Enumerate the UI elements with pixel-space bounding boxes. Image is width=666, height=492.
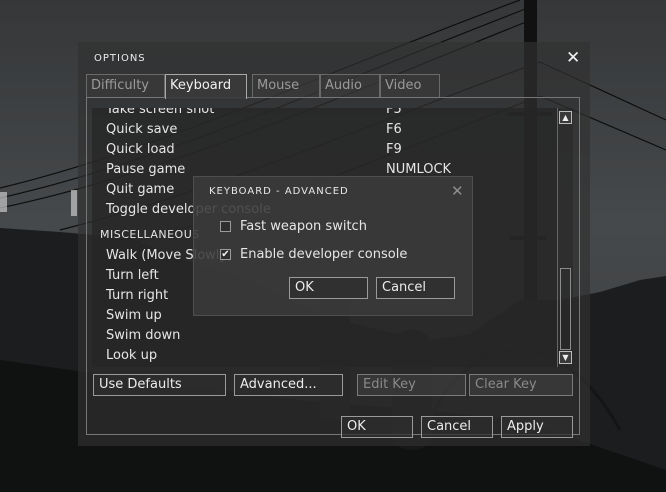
tab-keyboard[interactable]: Keyboard [165, 74, 247, 99]
section-title: MISCELLANEOUS [100, 228, 200, 241]
use-defaults-button[interactable]: Use Defaults [93, 374, 226, 396]
key-label: F9 [386, 142, 402, 157]
tab-mouse[interactable]: Mouse [252, 74, 320, 98]
action-label: Turn left [106, 268, 159, 283]
action-label: Turn right [106, 288, 169, 303]
scroll-down-icon[interactable]: ▼ [559, 351, 572, 364]
scrollbar-thumb[interactable] [560, 268, 571, 350]
list-item[interactable]: Quick save F6 [92, 120, 557, 140]
action-label: Pause game [106, 162, 186, 177]
apply-button[interactable]: Apply [501, 416, 573, 438]
edit-key-button[interactable]: Edit Key [357, 374, 466, 396]
tab-difficulty[interactable]: Difficulty [86, 74, 165, 98]
fast-weapon-switch-checkbox[interactable] [220, 221, 231, 232]
ok-button[interactable]: OK [341, 416, 413, 438]
dialog-cancel-button[interactable]: Cancel [376, 277, 455, 299]
clear-key-button[interactable]: Clear Key [469, 374, 573, 396]
dialog-ok-button[interactable]: OK [289, 277, 368, 299]
action-label: Look up [106, 348, 158, 363]
list-item[interactable]: Look up [92, 346, 557, 366]
action-label: Swim down [106, 328, 181, 343]
developer-console-checkbox[interactable]: ✔ [220, 249, 231, 260]
action-label: Quick load [106, 142, 175, 157]
action-label: Take screen shot [106, 108, 215, 117]
list-item[interactable]: Quick load F9 [92, 140, 557, 160]
key-label: F6 [386, 122, 402, 137]
close-icon[interactable]: ✕ [451, 183, 464, 199]
action-label: Swim up [106, 308, 162, 323]
developer-console-label: Enable developer console [240, 247, 408, 262]
cancel-button[interactable]: Cancel [421, 416, 493, 438]
action-label: Quick save [106, 122, 178, 137]
fast-weapon-switch-label: Fast weapon switch [240, 219, 367, 234]
list-item[interactable]: Swim down [92, 326, 557, 346]
scroll-up-icon[interactable]: ▲ [559, 111, 572, 124]
dialog-title: KEYBOARD - ADVANCED [209, 186, 349, 197]
tab-audio[interactable]: Audio [320, 74, 380, 98]
advanced-button[interactable]: Advanced... [234, 374, 343, 396]
action-label: Quit game [106, 182, 175, 197]
tab-video[interactable]: Video [380, 74, 440, 98]
keyboard-advanced-dialog: KEYBOARD - ADVANCED ✕ Fast weapon switch… [193, 176, 473, 316]
list-item[interactable]: Take screen shot F5 [92, 108, 557, 120]
key-list-scrollbar[interactable]: ▲ ▼ [557, 108, 573, 367]
key-label: F5 [386, 108, 402, 117]
close-icon[interactable]: ✕ [566, 49, 580, 67]
window-title: OPTIONS [94, 53, 146, 64]
